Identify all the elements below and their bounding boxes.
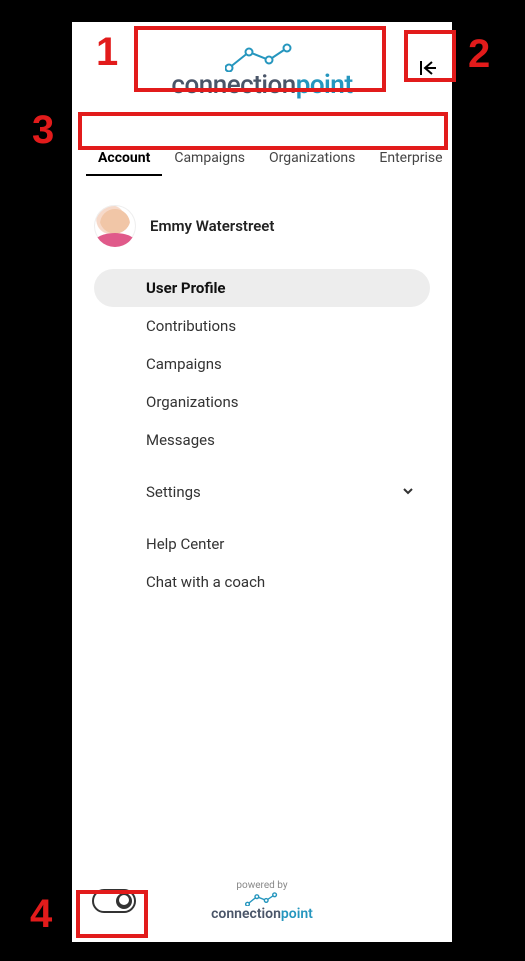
account-nav: User Profile Contributions Campaigns Org… xyxy=(94,269,430,601)
header: connectionpoint xyxy=(72,22,452,104)
nav-messages[interactable]: Messages xyxy=(94,421,430,459)
sidebar-panel: connectionpoint Account Campaigns Organi… xyxy=(72,22,452,942)
nav-campaigns[interactable]: Campaigns xyxy=(94,345,430,383)
powered-by: powered by connectionpoint xyxy=(211,880,313,922)
tab-campaigns[interactable]: Campaigns xyxy=(162,142,257,176)
collapse-sidebar-button[interactable] xyxy=(416,56,440,80)
footer-brand-part2: point xyxy=(281,906,313,922)
user-row[interactable]: Emmy Waterstreet xyxy=(94,205,430,247)
nav-label: Settings xyxy=(146,483,201,501)
annotation-number-3: 3 xyxy=(32,108,54,153)
nav-chat-coach[interactable]: Chat with a coach xyxy=(94,563,430,601)
nav-spacer xyxy=(94,511,430,525)
brand-part2: point xyxy=(296,70,353,100)
annotation-number-4: 4 xyxy=(30,892,52,937)
tab-enterprise[interactable]: Enterprise xyxy=(367,142,454,176)
nav-label: User Profile xyxy=(146,279,226,297)
nav-label: Help Center xyxy=(146,535,224,553)
content-area: Emmy Waterstreet User Profile Contributi… xyxy=(72,177,452,866)
tab-organizations[interactable]: Organizations xyxy=(257,142,367,176)
footer: powered by connectionpoint xyxy=(72,866,452,942)
collapse-left-icon xyxy=(418,58,438,78)
chevron-down-icon xyxy=(402,483,414,501)
brand-part1: connection xyxy=(171,70,295,100)
tab-account[interactable]: Account xyxy=(86,142,162,176)
footer-brand[interactable]: connectionpoint xyxy=(211,891,313,922)
nav-spacer xyxy=(94,459,430,473)
user-name: Emmy Waterstreet xyxy=(150,217,274,235)
nav-label: Contributions xyxy=(146,317,236,335)
brand-wordmark[interactable]: connectionpoint xyxy=(171,70,352,100)
nav-settings[interactable]: Settings xyxy=(94,473,430,511)
nav-help-center[interactable]: Help Center xyxy=(94,525,430,563)
nav-organizations[interactable]: Organizations xyxy=(94,383,430,421)
nav-label: Messages xyxy=(146,431,215,449)
annotation-number-2: 2 xyxy=(468,32,490,77)
avatar xyxy=(94,205,136,247)
nav-contributions[interactable]: Contributions xyxy=(94,307,430,345)
top-tabs: Account Campaigns Organizations Enterpri… xyxy=(72,142,452,177)
logo-graph-icon xyxy=(225,42,295,72)
powered-by-label: powered by xyxy=(211,880,313,891)
nav-user-profile[interactable]: User Profile xyxy=(94,269,430,307)
nav-label: Organizations xyxy=(146,393,239,411)
nav-label: Chat with a coach xyxy=(146,573,265,591)
theme-toggle[interactable] xyxy=(92,889,136,913)
nav-label: Campaigns xyxy=(146,355,222,373)
logo-graph-icon xyxy=(245,892,279,906)
footer-brand-part1: connection xyxy=(211,906,281,922)
